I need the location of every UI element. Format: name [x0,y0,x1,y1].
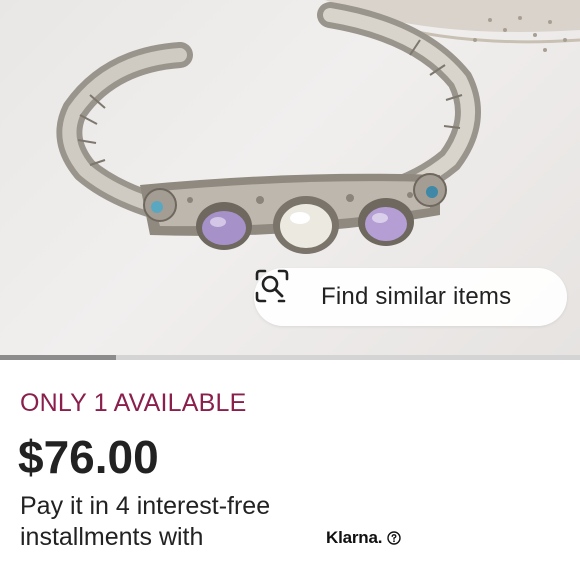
find-similar-label: Find similar items [321,283,512,310]
item-price: $76.00 [18,431,159,483]
find-similar-button[interactable]: Find similar items [254,268,567,326]
gallery-progress-fill [0,355,116,360]
visual-search-icon [255,269,310,315]
product-image[interactable]: Find similar items [0,0,580,355]
klarna-link[interactable]: Klarna. [326,528,401,548]
availability-badge: ONLY 1 AVAILABLE [20,389,247,417]
info-circle-icon[interactable] [387,531,401,545]
installments-text: Pay it in 4 interest-free installments w… [20,492,271,551]
gallery-progress-bar [0,355,580,360]
klarna-logo: Klarna. [326,528,383,547]
